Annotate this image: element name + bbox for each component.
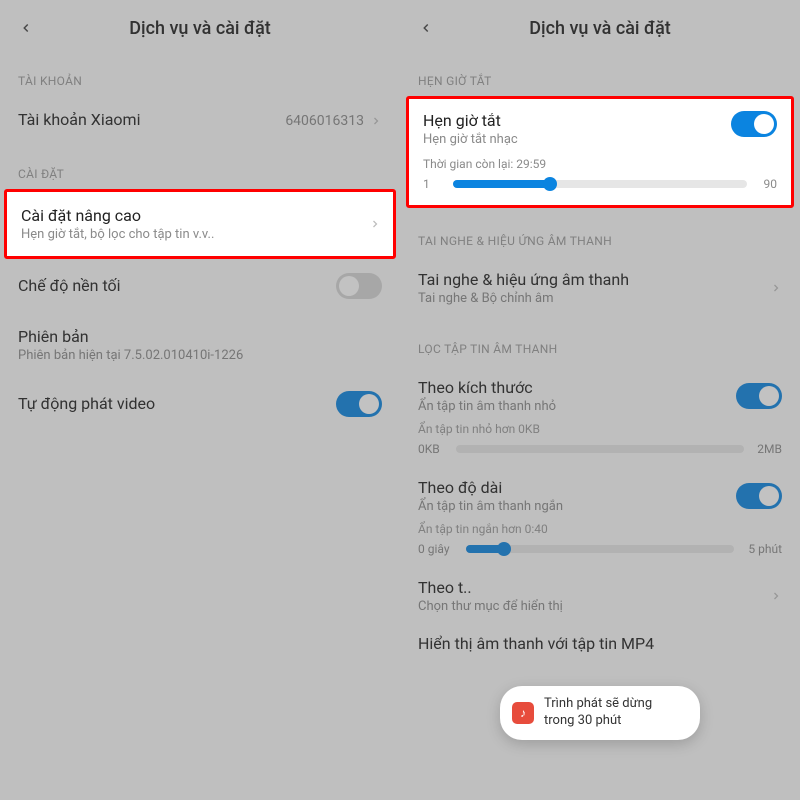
- advanced-sub: Hẹn giờ tắt, bộ lọc cho tập tin v.v..: [21, 227, 369, 242]
- section-headphones: TAI NGHE & HIỆU ỨNG ÂM THANH: [400, 208, 800, 256]
- filter-length-sub: Ẩn tập tin âm thanh ngắn: [418, 499, 736, 514]
- toggle-filter-size[interactable]: [736, 383, 782, 409]
- filter-folder-sub: Chọn thư mục để hiển thị: [418, 599, 770, 614]
- filter-size-limit: Ẩn tập tin nhỏ hơn 0KB: [400, 418, 800, 438]
- music-app-icon: ♪: [512, 702, 534, 724]
- slider-min: 1: [423, 177, 445, 191]
- row-advanced-settings[interactable]: Cài đặt nâng cao Hẹn giờ tắt, bộ lọc cho…: [4, 189, 396, 259]
- sleep-timer-remaining: Thời gian còn lại: 29:59: [423, 157, 777, 171]
- mp4-title: Hiển thị âm thanh với tập tin MP4: [418, 634, 782, 653]
- slider-max: 5 phút: [742, 542, 782, 556]
- row-autoplay-video: Tự động phát video: [0, 369, 400, 431]
- header: Dịch vụ và cài đặt: [400, 0, 800, 52]
- row-headphones-effects[interactable]: Tai nghe & hiệu ứng âm thanh Tai nghe & …: [400, 256, 800, 320]
- back-icon[interactable]: [16, 18, 36, 38]
- section-audio-filter: LỌC TẬP TIN ÂM THANH: [400, 320, 800, 364]
- row-filter-by-size: Theo kích thước Ẩn tập tin âm thanh nhỏ: [400, 364, 800, 418]
- sleep-timer-sub: Hẹn giờ tắt nhạc: [423, 132, 518, 147]
- slider-max: 2MB: [752, 442, 782, 456]
- account-id: 6406016313: [285, 113, 364, 129]
- row-filter-by-length: Theo độ dài Ẩn tập tin âm thanh ngắn: [400, 464, 800, 518]
- toggle-sleep-timer[interactable]: [731, 111, 777, 137]
- back-icon[interactable]: [416, 18, 436, 38]
- version-title: Phiên bản: [18, 327, 382, 346]
- section-sleep-timer: HẸN GIỜ TẮT: [400, 52, 800, 96]
- chevron-right-icon: [369, 218, 381, 230]
- chevron-right-icon: [770, 282, 782, 294]
- slider-filter-length[interactable]: [466, 545, 734, 553]
- sleep-timer-title: Hẹn giờ tắt: [423, 111, 518, 130]
- slider-min: 0 giây: [418, 542, 458, 556]
- filter-size-title: Theo kích thước: [418, 378, 736, 397]
- advanced-title: Cài đặt nâng cao: [21, 206, 369, 225]
- chevron-right-icon: [370, 115, 382, 127]
- autoplay-label: Tự động phát video: [18, 394, 336, 413]
- filter-length-limit: Ẩn tập tin ngắn hơn 0:40: [400, 518, 800, 538]
- dark-mode-label: Chế độ nền tối: [18, 276, 336, 295]
- row-show-mp4-audio: Hiển thị âm thanh với tập tin MP4: [400, 620, 800, 655]
- filter-length-title: Theo độ dài: [418, 478, 736, 497]
- headphones-title: Tai nghe & hiệu ứng âm thanh: [418, 270, 770, 289]
- page-title: Dịch vụ và cài đặt: [529, 18, 671, 39]
- screen-advanced-settings: Dịch vụ và cài đặt HẸN GIỜ TẮT Hẹn giờ t…: [400, 0, 800, 800]
- row-xiaomi-account[interactable]: Tài khoản Xiaomi 6406016313: [0, 96, 400, 145]
- toast-message: Trình phát sẽ dừng trong 30 phút: [544, 696, 682, 730]
- filter-size-sub: Ẩn tập tin âm thanh nhỏ: [418, 399, 736, 414]
- slider-min: 0KB: [418, 442, 448, 456]
- section-account: TÀI KHOẢN: [0, 52, 400, 96]
- filter-folder-title: Theo t..: [418, 578, 770, 597]
- slider-filter-size[interactable]: [456, 445, 744, 453]
- card-sleep-timer: Hẹn giờ tắt Hẹn giờ tắt nhạc Thời gian c…: [406, 96, 794, 208]
- toggle-autoplay-video[interactable]: [336, 391, 382, 417]
- slider-sleep-timer[interactable]: [453, 180, 747, 188]
- section-settings: CÀI ĐẶT: [0, 145, 400, 189]
- headphones-sub: Tai nghe & Bộ chỉnh âm: [418, 291, 770, 306]
- toggle-filter-length[interactable]: [736, 483, 782, 509]
- slider-max: 90: [755, 177, 777, 191]
- page-title: Dịch vụ và cài đặt: [129, 18, 271, 39]
- row-dark-mode: Chế độ nền tối: [0, 259, 400, 313]
- row-filter-by-folder[interactable]: Theo t.. Chọn thư mục để hiển thị: [400, 564, 800, 620]
- version-sub: Phiên bản hiện tại 7.5.02.010410i-1226: [18, 348, 382, 363]
- screen-services-settings: Dịch vụ và cài đặt TÀI KHOẢN Tài khoản X…: [0, 0, 400, 800]
- toast-notification: ♪ Trình phát sẽ dừng trong 30 phút: [500, 686, 700, 740]
- row-version[interactable]: Phiên bản Phiên bản hiện tại 7.5.02.0104…: [0, 313, 400, 369]
- toggle-dark-mode[interactable]: [336, 273, 382, 299]
- header: Dịch vụ và cài đặt: [0, 0, 400, 52]
- chevron-right-icon: [770, 590, 782, 602]
- account-label: Tài khoản Xiaomi: [18, 110, 285, 129]
